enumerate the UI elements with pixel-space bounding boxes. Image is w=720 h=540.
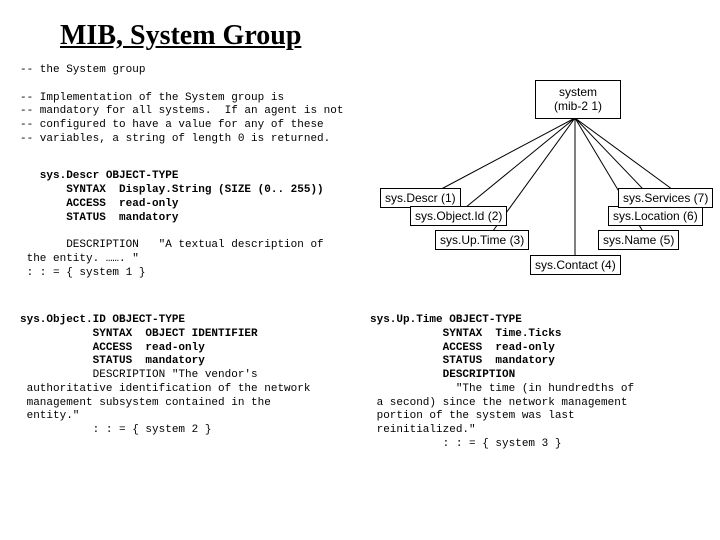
sysdescr-access: ACCESS read-only bbox=[20, 198, 178, 210]
sysobjectid-assign: : : = { system 2 } bbox=[20, 424, 211, 436]
tree-root-line2: (mib-2 1) bbox=[554, 99, 602, 113]
sysobjectid-access: ACCESS read-only bbox=[20, 342, 205, 354]
sysobjectid-desc4: entity." bbox=[20, 410, 79, 422]
tree-root-line1: system bbox=[559, 85, 597, 99]
leaf-sysservices: sys.Services (7) bbox=[618, 188, 713, 208]
leaf-sysobjectid: sys.Object.Id (2) bbox=[410, 206, 507, 226]
leaf-sysname: sys.Name (5) bbox=[598, 230, 679, 250]
sysuptime-desc3: portion of the system was last bbox=[370, 410, 575, 422]
sysobjectid-header: sys.Object.ID OBJECT-TYPE bbox=[20, 314, 185, 326]
sysuptime-access: ACCESS read-only bbox=[370, 342, 555, 354]
sysuptime-desc0: DESCRIPTION bbox=[370, 369, 515, 381]
tree-root: system (mib-2 1) bbox=[535, 80, 621, 119]
sysuptime-block: sys.Up.Time OBJECT-TYPE SYNTAX Time.Tick… bbox=[370, 300, 700, 465]
leaf-syslocation: sys.Location (6) bbox=[608, 206, 703, 226]
sysobjectid-status: STATUS mandatory bbox=[20, 355, 205, 367]
sysuptime-desc1: "The time (in hundredths of bbox=[370, 383, 634, 395]
tree-diagram: system (mib-2 1) sys.Descr (1) sys.Objec… bbox=[380, 80, 710, 300]
leaf-sysdescr: sys.Descr (1) bbox=[380, 188, 461, 208]
sysdescr-assign: : : = { system 1 } bbox=[20, 267, 145, 279]
sysuptime-desc4: reinitialized." bbox=[370, 424, 476, 436]
page-title: MIB, System Group bbox=[60, 20, 700, 52]
sysobjectid-block: sys.Object.ID OBJECT-TYPE SYNTAX OBJECT … bbox=[20, 300, 350, 465]
leaf-sysuptime: sys.Up.Time (3) bbox=[435, 230, 529, 250]
sysuptime-desc2: a second) since the network management bbox=[370, 397, 627, 409]
sysdescr-desc1: DESCRIPTION "A textual description of bbox=[20, 239, 324, 251]
sysdescr-header: sys.Descr OBJECT-TYPE bbox=[20, 170, 178, 182]
sysobjectid-syntax: SYNTAX OBJECT IDENTIFIER bbox=[20, 328, 258, 340]
sysdescr-desc2: the entity. ……. " bbox=[20, 253, 139, 265]
sysuptime-header: sys.Up.Time OBJECT-TYPE bbox=[370, 314, 522, 326]
sysobjectid-desc3: management subsystem contained in the bbox=[20, 397, 271, 409]
sysobjectid-desc2: authoritative identification of the netw… bbox=[20, 383, 310, 395]
sysuptime-assign: : : = { system 3 } bbox=[370, 438, 561, 450]
leaf-syscontact: sys.Contact (4) bbox=[530, 255, 621, 275]
sysuptime-syntax: SYNTAX Time.Ticks bbox=[370, 328, 561, 340]
sysobjectid-desc1: DESCRIPTION "The vendor's bbox=[20, 369, 258, 381]
sysuptime-status: STATUS mandatory bbox=[370, 355, 555, 367]
sysdescr-status: STATUS mandatory bbox=[20, 212, 178, 224]
sysdescr-syntax: SYNTAX Display.String (SIZE (0.. 255)) bbox=[20, 184, 324, 196]
